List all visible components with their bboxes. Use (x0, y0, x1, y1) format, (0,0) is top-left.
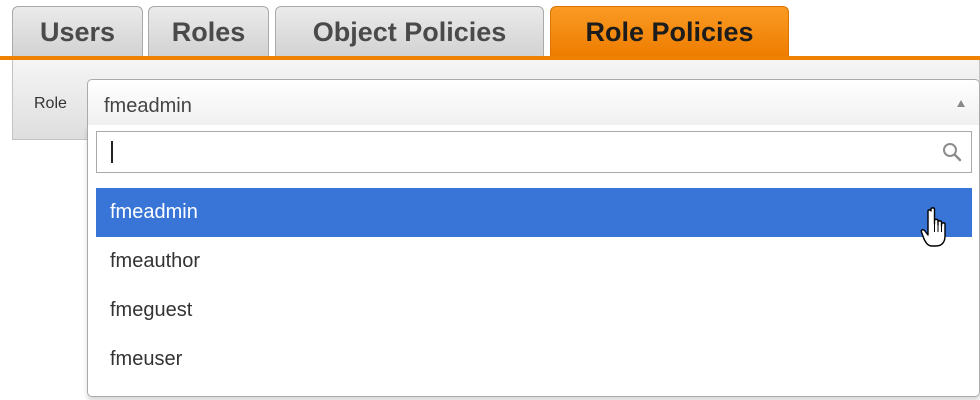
tab-object-policies[interactable]: Object Policies (275, 6, 544, 56)
text-caret (111, 141, 113, 163)
role-search-input[interactable] (97, 132, 927, 172)
page: Users Roles Object Policies Role Policie… (0, 0, 980, 400)
role-select[interactable]: fmeadmin (87, 79, 980, 131)
role-label: Role (34, 95, 67, 112)
tab-roles[interactable]: Roles (148, 6, 269, 56)
role-option-fmeadmin[interactable]: fmeadmin (96, 188, 972, 237)
role-search-box (96, 131, 972, 173)
role-option-fmeuser[interactable]: fmeuser (96, 335, 972, 384)
hand-pointer-icon (920, 207, 946, 247)
role-option-fmeauthor[interactable]: fmeauthor (96, 237, 972, 286)
role-select-value: fmeadmin (104, 95, 192, 117)
role-option-fmeguest[interactable]: fmeguest (96, 286, 972, 335)
tab-users[interactable]: Users (12, 6, 143, 56)
tab-role-policies[interactable]: Role Policies (550, 6, 789, 56)
chevron-up-icon (957, 100, 965, 107)
tab-bar: Users Roles Object Policies Role Policie… (0, 0, 980, 56)
search-icon (941, 141, 963, 163)
role-dropdown: fmeadmin fmeauthor fmeguest fmeuser (87, 125, 980, 397)
role-options-list: fmeadmin fmeauthor fmeguest fmeuser (96, 188, 972, 384)
